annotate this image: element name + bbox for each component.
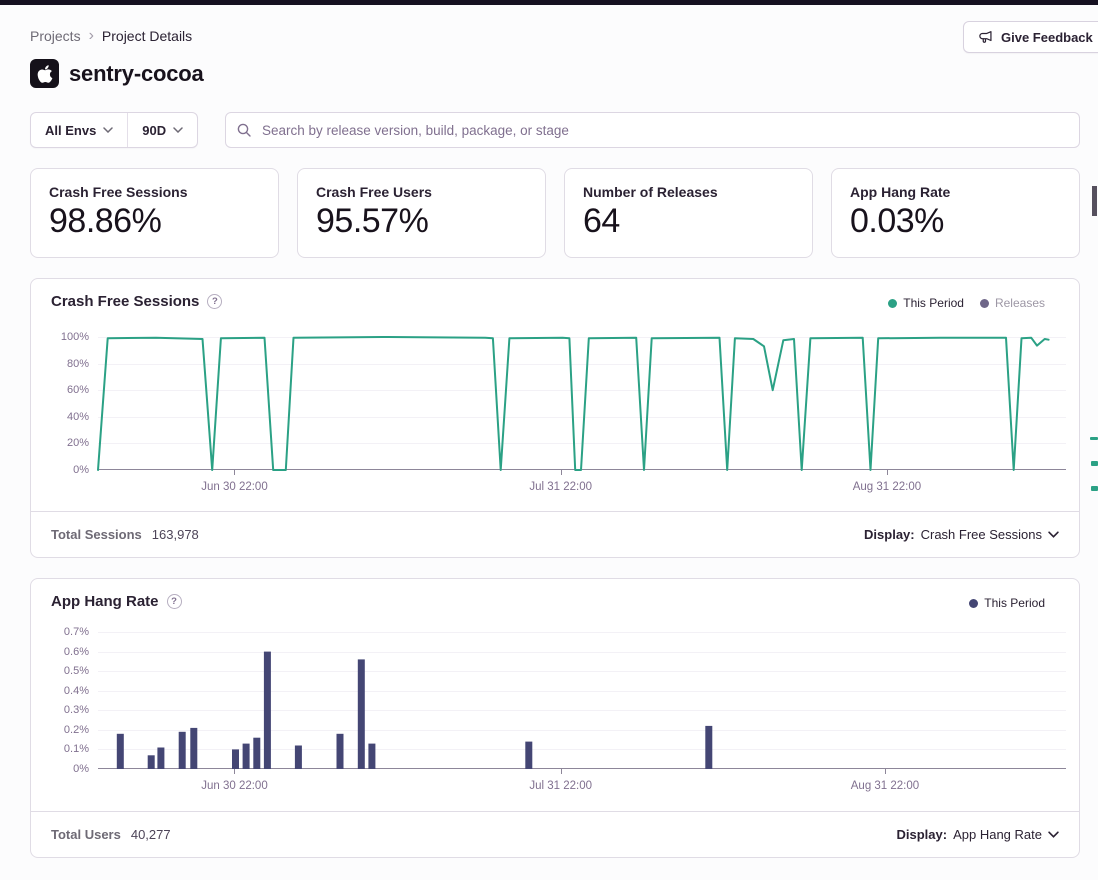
help-icon[interactable]: ? (207, 294, 222, 309)
legend-dot-icon (980, 299, 989, 308)
app-hang-rate-panel: App Hang Rate ? This Period 0% 0.1% 0.2% 0.… (30, 578, 1080, 858)
date-range-selector[interactable]: 90D (128, 113, 197, 147)
chevron-down-icon (1048, 831, 1059, 838)
chevron-down-icon (173, 127, 183, 133)
y-tick-label: 0.6% (31, 646, 89, 658)
scorecard-label: Crash Free Sessions (49, 184, 260, 200)
scorecard-crash-free-users: Crash Free Users 95.57% (297, 168, 546, 258)
chart-legend: This Period Releases (888, 296, 1045, 310)
plot-area[interactable]: Jun 30 22:00Jul 31 22:00Aug 31 22:00 (98, 337, 1066, 470)
plot-area[interactable]: Jun 30 22:00Jul 31 22:00Aug 31 22:00 (98, 632, 1066, 769)
legend-dot-icon (888, 299, 897, 308)
panel-footer: Total Sessions 163,978 Display: Crash Fr… (31, 511, 1079, 557)
total-sessions: Total Sessions 163,978 (51, 527, 199, 542)
y-tick-label: 20% (31, 437, 89, 449)
display-selector[interactable]: Display: Crash Free Sessions (864, 527, 1059, 542)
x-tick-mark (234, 470, 235, 475)
x-tick-label: Jun 30 22:00 (179, 481, 289, 493)
chart-legend: This Period (969, 596, 1045, 610)
scorecard-number-of-releases: Number of Releases 64 (564, 168, 813, 258)
give-feedback-button[interactable]: Give Feedback (963, 21, 1098, 53)
x-tick-mark (887, 470, 888, 475)
x-tick-label: Jul 31 22:00 (506, 481, 616, 493)
x-tick-label: Aug 31 22:00 (832, 481, 942, 493)
search-input[interactable] (225, 112, 1080, 148)
chevron-down-icon (1048, 531, 1059, 538)
scorecard-label: App Hang Rate (850, 184, 1061, 200)
y-axis: 0%0.1%0.2%0.3%0.4%0.5%0.6%0.7% (31, 632, 89, 769)
scorecard-value: 64 (583, 203, 794, 240)
scorecards-row: Crash Free Sessions 98.86% Crash Free Us… (30, 168, 1080, 258)
y-tick-label: 0% (31, 763, 89, 775)
breadcrumb-projects-link[interactable]: Projects (30, 28, 81, 44)
legend-item-releases[interactable]: Releases (980, 296, 1045, 310)
scorecard-value: 95.57% (316, 203, 527, 240)
total-users: Total Users 40,277 (51, 827, 171, 842)
scorecard-label: Crash Free Users (316, 184, 527, 200)
give-feedback-label: Give Feedback (1001, 30, 1093, 45)
project-header: sentry-cocoa (30, 59, 204, 88)
x-tick-mark (561, 470, 562, 475)
y-tick-label: 0.3% (31, 704, 89, 716)
breadcrumb: Projects › Project Details (30, 28, 192, 44)
y-tick-label: 40% (31, 411, 89, 423)
scorecard-label: Number of Releases (583, 184, 794, 200)
y-tick-label: 0.2% (31, 724, 89, 736)
panel-header: App Hang Rate ? (51, 593, 182, 610)
breadcrumb-current-page: Project Details (102, 28, 192, 44)
legend-item-this-period[interactable]: This Period (969, 596, 1045, 610)
legend-dot-icon (969, 599, 978, 608)
environment-selector[interactable]: All Envs (31, 113, 127, 147)
x-tick-label: Jun 30 22:00 (179, 780, 289, 792)
crash-free-sessions-panel: Crash Free Sessions ? This Period Releas… (30, 278, 1080, 558)
date-range-selector-label: 90D (142, 123, 166, 138)
cutoff-fragment (1090, 437, 1098, 440)
scorecard-app-hang-rate: App Hang Rate 0.03% (831, 168, 1080, 258)
panel-title: Crash Free Sessions (51, 293, 199, 310)
cutoff-fragment (1091, 461, 1098, 466)
y-tick-label: 0% (31, 464, 89, 476)
cutoff-fragment (1091, 486, 1098, 491)
panel-footer: Total Users 40,277 Display: App Hang Rat… (31, 811, 1079, 857)
x-tick-label: Aug 31 22:00 (830, 780, 940, 792)
scorecard-value: 0.03% (850, 203, 1061, 240)
x-tick-mark (885, 769, 886, 774)
release-search (225, 112, 1080, 148)
y-tick-label: 60% (31, 384, 89, 396)
cutoff-fragment (1092, 186, 1097, 216)
y-axis: 0%20%40%60%80%100% (31, 337, 89, 470)
y-tick-label: 100% (31, 331, 89, 343)
scorecard-crash-free-sessions: Crash Free Sessions 98.86% (30, 168, 279, 258)
legend-item-this-period[interactable]: This Period (888, 296, 964, 310)
y-tick-label: 0.1% (31, 743, 89, 755)
y-tick-label: 80% (31, 358, 89, 370)
page-filter-group: All Envs 90D (30, 112, 198, 148)
x-tick-mark (561, 769, 562, 774)
environment-selector-label: All Envs (45, 123, 96, 138)
panel-header: Crash Free Sessions ? (51, 293, 222, 310)
apple-platform-icon (30, 59, 59, 88)
filter-bar: All Envs 90D (30, 112, 1080, 148)
display-selector[interactable]: Display: App Hang Rate (897, 827, 1059, 842)
y-tick-label: 0.4% (31, 685, 89, 697)
x-tick-mark (234, 769, 235, 774)
panel-title: App Hang Rate (51, 593, 159, 610)
y-tick-label: 0.7% (31, 626, 89, 638)
megaphone-icon (978, 30, 993, 45)
help-icon[interactable]: ? (167, 594, 182, 609)
scorecard-value: 98.86% (49, 203, 260, 240)
page-title: sentry-cocoa (69, 61, 204, 87)
chevron-right-icon: › (89, 28, 94, 44)
chevron-down-icon (103, 127, 113, 133)
y-tick-label: 0.5% (31, 665, 89, 677)
x-tick-label: Jul 31 22:00 (506, 780, 616, 792)
top-system-bar (0, 0, 1098, 5)
